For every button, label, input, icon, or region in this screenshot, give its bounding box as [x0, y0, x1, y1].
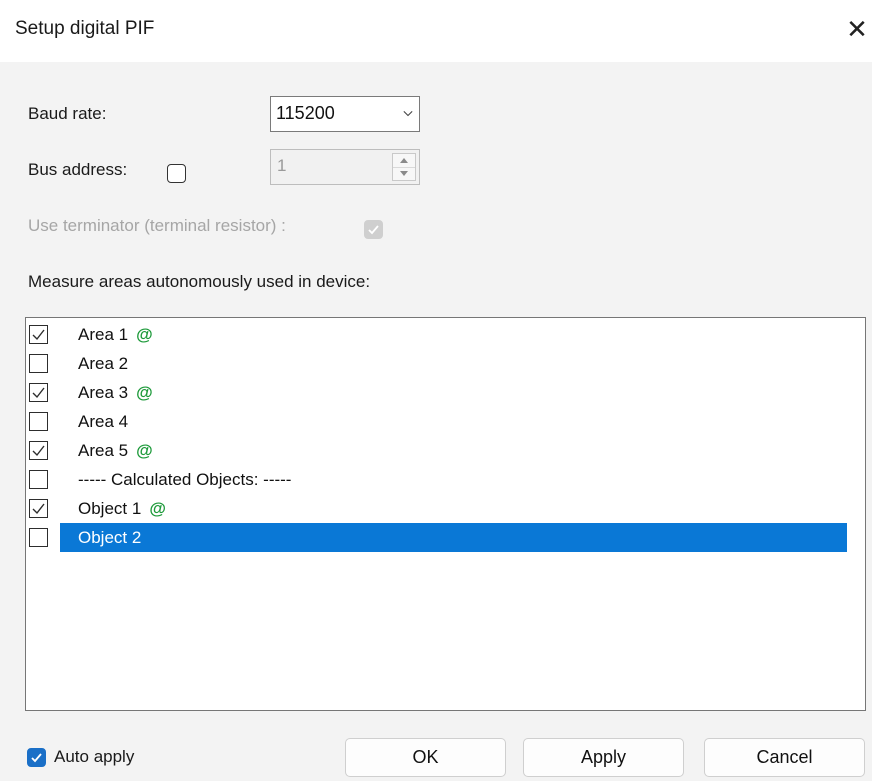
- check-icon: [32, 503, 45, 515]
- ok-button[interactable]: OK: [345, 738, 506, 777]
- list-item-checkbox[interactable]: [29, 470, 48, 489]
- check-icon: [31, 753, 42, 763]
- auto-apply-label: Auto apply: [54, 747, 135, 766]
- baud-rate-label: Baud rate:: [28, 104, 107, 123]
- list-item-label: Object 2: [60, 523, 847, 552]
- areas-list[interactable]: Area 1 @ Area 2 Area 3 @ Area 4 Area 5 @ --…: [25, 317, 866, 711]
- bus-address-spinner: 1: [270, 149, 420, 185]
- bus-address-label: Bus address:: [28, 160, 128, 179]
- list-item[interactable]: Object 1 @: [26, 494, 865, 523]
- title-bar: Setup digital PIF ✕: [0, 0, 872, 62]
- areas-heading: Measure areas autonomously used in devic…: [28, 272, 371, 291]
- at-marker-icon: @: [136, 383, 153, 402]
- bus-address-checkbox[interactable]: [167, 164, 186, 183]
- chevron-down-icon: [403, 110, 413, 117]
- list-item[interactable]: Area 3 @: [26, 378, 865, 407]
- terminator-checkbox: [364, 220, 383, 239]
- check-icon: [32, 329, 45, 341]
- check-icon: [32, 445, 45, 457]
- auto-apply-checkbox[interactable]: [27, 748, 46, 767]
- spin-up-icon: [393, 158, 415, 168]
- close-icon[interactable]: ✕: [843, 14, 871, 44]
- spin-down-icon: [400, 171, 408, 176]
- list-item[interactable]: Area 2: [26, 349, 865, 378]
- list-item-checkbox[interactable]: [29, 499, 48, 518]
- list-item[interactable]: Area 5 @: [26, 436, 865, 465]
- list-item-label: Object 1 @: [78, 499, 166, 518]
- at-marker-icon: @: [136, 325, 153, 344]
- list-item-checkbox[interactable]: [29, 412, 48, 431]
- window-title: Setup digital PIF: [15, 18, 155, 39]
- list-item[interactable]: Area 4: [26, 407, 865, 436]
- cancel-button[interactable]: Cancel: [704, 738, 865, 777]
- list-item-checkbox[interactable]: [29, 325, 48, 344]
- spinner-buttons: [392, 153, 416, 181]
- apply-button[interactable]: Apply: [523, 738, 684, 777]
- list-item-label: Area 1 @: [78, 325, 153, 344]
- list-item[interactable]: ----- Calculated Objects: -----: [26, 465, 865, 494]
- list-item-label: ----- Calculated Objects: -----: [78, 470, 292, 489]
- list-item-label: Area 5 @: [78, 441, 153, 460]
- at-marker-icon: @: [136, 441, 153, 460]
- baud-rate-value: 115200: [276, 103, 335, 123]
- list-item-checkbox[interactable]: [29, 383, 48, 402]
- terminator-label: Use terminator (terminal resistor) :: [28, 216, 286, 235]
- list-item-checkbox[interactable]: [29, 528, 48, 547]
- list-item-label: Area 3 @: [78, 383, 153, 402]
- list-item-selected[interactable]: Object 2: [26, 523, 865, 552]
- check-icon: [368, 225, 379, 235]
- list-item-label: Area 4: [78, 412, 129, 431]
- list-item-checkbox[interactable]: [29, 354, 48, 373]
- at-marker-icon: @: [149, 499, 166, 518]
- baud-rate-select[interactable]: 115200: [270, 96, 420, 132]
- list-item[interactable]: Area 1 @: [26, 320, 865, 349]
- check-icon: [32, 387, 45, 399]
- list-item-checkbox[interactable]: [29, 441, 48, 460]
- bus-address-value: 1: [277, 156, 287, 175]
- list-item-label: Area 2: [78, 354, 129, 373]
